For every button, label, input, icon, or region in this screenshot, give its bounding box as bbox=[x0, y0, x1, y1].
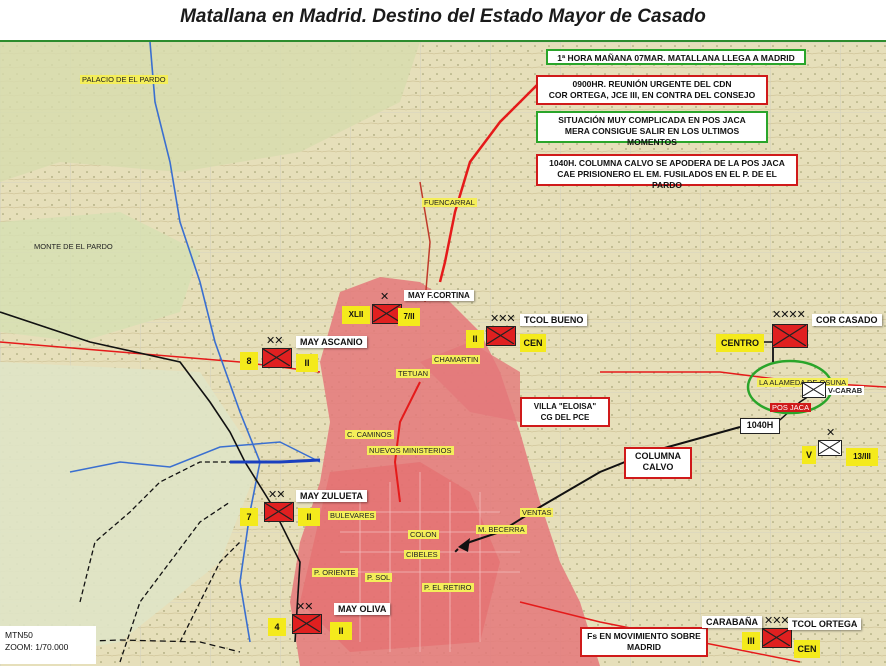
bueno-tag: CEN bbox=[520, 334, 546, 352]
villa-line2: CG DEL PCE bbox=[540, 413, 590, 422]
vcarab-unit-symbol[interactable] bbox=[802, 382, 826, 398]
place-bulevares: BULEVARES bbox=[328, 511, 377, 520]
place-cibeles: CIBELES bbox=[404, 550, 440, 559]
ascanio-unit-symbol[interactable] bbox=[262, 348, 292, 368]
columna-line1: COLUMNA bbox=[635, 451, 681, 461]
place-ventas: VENTAS bbox=[520, 508, 554, 517]
place-fuencarral: FUENCARRAL bbox=[422, 198, 477, 207]
fs-line1: Fs EN MOVIMIENTO SOBRE bbox=[587, 631, 701, 641]
note-cdn-line1: 0900HR. REUNIÓN URGENTE DEL CDN bbox=[572, 79, 732, 89]
casado-staff bbox=[772, 348, 774, 362]
map-scale-info: MTN50 ZOOM: 1/70.000 bbox=[0, 626, 96, 664]
zulueta-label: MAY ZULUETA bbox=[296, 490, 367, 502]
ortega-place: CARABAÑA bbox=[702, 616, 762, 628]
fs-line2: MADRID bbox=[627, 642, 661, 652]
map-zoom: ZOOM: 1/70.000 bbox=[5, 642, 69, 652]
cortina-label: MAY F.CORTINA bbox=[404, 290, 474, 301]
place-tetuan: TETUAN bbox=[396, 369, 430, 378]
cortina-number: XLII bbox=[342, 306, 370, 324]
ortega-unit-symbol[interactable] bbox=[762, 628, 792, 648]
note-pos-jaca-situation: SITUACIÓN MUY COMPLICADA EN POS JACA MER… bbox=[536, 111, 768, 147]
note-matallana-arrives: 1ª HORA MAÑANA 07MAR. MATALLANA LLEGA A … bbox=[546, 49, 806, 65]
place-sol: P. SOL bbox=[365, 573, 393, 582]
oliva-number: 4 bbox=[268, 618, 286, 636]
map-sheet: MTN50 bbox=[5, 630, 33, 640]
v13-unit-symbol[interactable] bbox=[818, 440, 842, 456]
oliva-unit-symbol[interactable] bbox=[292, 614, 322, 634]
place-palacio-pardo: PALACIO DE EL PARDO bbox=[80, 75, 168, 84]
columna-calvo-label: COLUMNA CALVO bbox=[624, 447, 692, 479]
note-columna-calvo-capture: 1040H. COLUMNA CALVO SE APODERA DE LA PO… bbox=[536, 154, 798, 190]
place-oriente: P. ORIENTE bbox=[312, 568, 358, 577]
cortina-echelon: 7/II bbox=[398, 308, 420, 326]
oliva-echelon-marks: ✕✕ bbox=[296, 600, 313, 613]
zulueta-echelon-marks: ✕✕ bbox=[268, 488, 285, 501]
bueno-unit-symbol[interactable] bbox=[486, 326, 516, 346]
note-capture-line2: CAE PRISIONERO EL EM. FUSILADOS EN EL P.… bbox=[557, 169, 777, 190]
ortega-label: TCOL ORTEGA bbox=[788, 618, 862, 630]
bueno-label: TCOL BUENO bbox=[520, 314, 588, 326]
zulueta-number: 7 bbox=[240, 508, 258, 526]
ascanio-echelon-marks: ✕✕ bbox=[266, 334, 283, 347]
note-situation-line2: MERA CONSIGUE SALIR EN LOS ULTIMOS MOMEN… bbox=[564, 126, 740, 147]
time-1040-label: 1040H bbox=[740, 418, 780, 434]
place-chamartin: CHAMARTIN bbox=[432, 355, 481, 364]
fs-movement-label: Fs EN MOVIMIENTO SOBRE MADRID bbox=[580, 627, 708, 657]
v13-echelon-marks: ✕ bbox=[826, 426, 835, 439]
bueno-number: II bbox=[466, 330, 484, 348]
cortina-echelon-marks: ✕ bbox=[380, 290, 389, 303]
place-nuevos-ministerios: NUEVOS MINISTERIOS bbox=[367, 446, 454, 455]
ortega-echelon-marks: ✕✕✕ bbox=[764, 614, 790, 627]
place-caminos: C. CAMINOS bbox=[345, 430, 394, 439]
zulueta-unit-symbol[interactable] bbox=[264, 502, 294, 522]
casado-label: COR CASADO bbox=[812, 314, 882, 326]
place-monte-pardo: MONTE DE EL PARDO bbox=[34, 242, 113, 251]
note-capture-line1: 1040H. COLUMNA CALVO SE APODERA DE LA PO… bbox=[549, 158, 785, 168]
note-cdn-line2: COR ORTEGA, JCE III, EN CONTRA DEL CONSE… bbox=[548, 90, 756, 100]
vcarab-label: V-CARAB bbox=[826, 386, 865, 395]
casado-tag: CENTRO bbox=[716, 334, 764, 352]
ortega-tag: CEN bbox=[794, 640, 820, 658]
villa-eloisa-label: VILLA "ELOISA" CG DEL PCE bbox=[520, 397, 610, 427]
place-colon: COLON bbox=[408, 530, 439, 539]
note-matallana-text: 1ª HORA MAÑANA 07MAR. MATALLANA LLEGA A … bbox=[557, 53, 795, 63]
columna-line2: CALVO bbox=[642, 462, 674, 472]
bueno-echelon-marks: ✕✕✕ bbox=[490, 312, 516, 325]
place-pos-jaca: POS JACA bbox=[770, 403, 812, 412]
zulueta-echelon: II bbox=[298, 508, 320, 526]
casado-echelon-marks: ✕✕✕✕ bbox=[772, 308, 806, 321]
oliva-label: MAY OLIVA bbox=[334, 603, 391, 615]
place-becerra: M. BECERRA bbox=[476, 525, 527, 534]
ascanio-echelon: II bbox=[296, 354, 318, 372]
map-area[interactable]: 1ª HORA MAÑANA 07MAR. MATALLANA LLEGA A … bbox=[0, 40, 886, 666]
villa-line1: VILLA "ELOISA" bbox=[533, 402, 597, 411]
oliva-echelon: II bbox=[330, 622, 352, 640]
v13-echelon: 13/III bbox=[846, 448, 878, 466]
ortega-number: III bbox=[742, 632, 760, 650]
place-retiro: P. EL RETIRO bbox=[422, 583, 474, 592]
map-title: Matallana en Madrid. Destino del Estado … bbox=[180, 6, 706, 27]
time-1040-text: 1040H bbox=[746, 420, 774, 430]
note-cdn-meeting: 0900HR. REUNIÓN URGENTE DEL CDN COR ORTE… bbox=[536, 75, 768, 105]
v13-number: V bbox=[802, 446, 816, 464]
ascanio-label: MAY ASCANIO bbox=[296, 336, 367, 348]
note-situation-line1: SITUACIÓN MUY COMPLICADA EN POS JACA bbox=[558, 115, 746, 125]
casado-unit-symbol[interactable] bbox=[772, 324, 808, 348]
ascanio-number: 8 bbox=[240, 352, 258, 370]
